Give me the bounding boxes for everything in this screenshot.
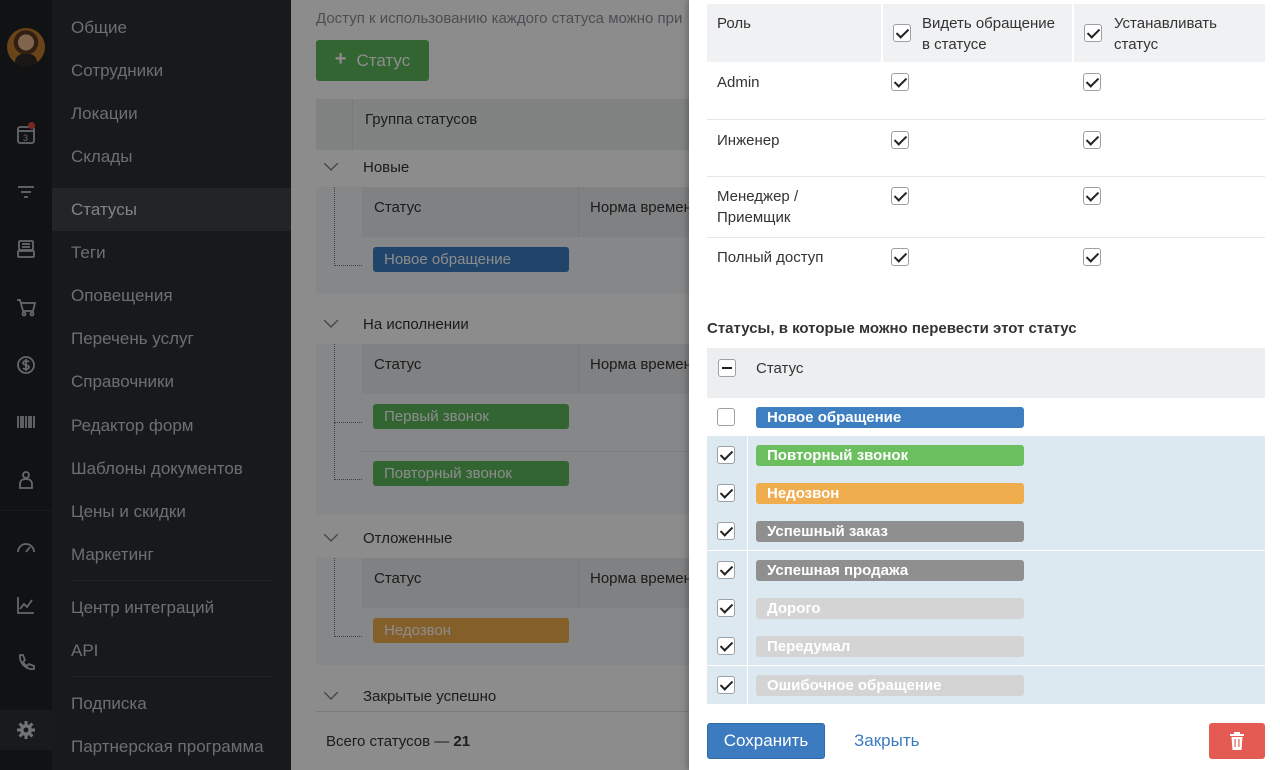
role-row: Admin [707,62,1265,119]
set-checkbox[interactable] [1083,248,1101,266]
set-checkbox[interactable] [1083,73,1101,91]
role-row: Инженер [707,120,1265,176]
transition-row: Повторный звонок [707,436,1265,474]
roles-col-set: Устанавливать статус [1114,15,1217,53]
status-tag: Успешный заказ [756,521,1024,542]
roles-col-see: Видеть обращение в статусе [922,15,1055,53]
status-tag: Успешная продажа [756,560,1024,581]
transition-checkbox[interactable] [717,637,735,655]
transition-checkbox[interactable] [717,522,735,540]
delete-button[interactable] [1209,723,1265,759]
transition-checkbox[interactable] [717,408,735,426]
transition-checkbox[interactable] [717,446,735,464]
status-tag: Дорого [756,598,1024,619]
role-row: Полный доступ [707,238,1265,288]
transitions-col-status: Статус [756,360,804,377]
transition-checkbox[interactable] [717,561,735,579]
status-tag: Новое обращение [756,407,1024,428]
role-row: Менеджер / Приемщик [707,177,1265,237]
close-button[interactable]: Закрыть [854,731,919,751]
transition-row: Успешная продажа [707,551,1265,589]
transition-row: Ошибочное обращение [707,666,1265,704]
roles-col-role: Роль [717,15,751,32]
see-checkbox[interactable] [891,187,909,205]
set-checkbox[interactable] [1083,131,1101,149]
status-tag: Передумал [756,636,1024,657]
roles-table-header: Роль Видеть обращение в статусе Устанавл… [707,4,1265,62]
transition-checkbox[interactable] [717,676,735,694]
transition-checkbox[interactable] [717,599,735,617]
transition-row: Дорого [707,589,1265,627]
see-all-checkbox[interactable] [893,24,911,42]
transition-checkbox[interactable] [717,484,735,502]
transition-row: Успешный заказ [707,512,1265,550]
see-checkbox[interactable] [891,248,909,266]
modal-overlay[interactable] [0,0,689,770]
trash-icon [1230,732,1244,750]
see-checkbox[interactable] [891,131,909,149]
transition-row: Недозвон [707,474,1265,512]
status-edit-panel: Роль Видеть обращение в статусе Устанавл… [689,0,1280,770]
set-checkbox[interactable] [1083,187,1101,205]
save-button[interactable]: Сохранить [707,723,825,759]
status-tag: Повторный звонок [756,445,1024,466]
set-all-checkbox[interactable] [1084,24,1102,42]
status-tag: Недозвон [756,483,1024,504]
transitions-header: Статус [707,348,1265,398]
transition-row: Новое обращение [707,398,1265,436]
select-all-checkbox[interactable] [718,359,736,377]
status-tag: Ошибочное обращение [756,675,1024,696]
transition-row: Передумал [707,627,1265,665]
transitions-title: Статусы, в которые можно перевести этот … [707,320,1077,337]
see-checkbox[interactable] [891,73,909,91]
